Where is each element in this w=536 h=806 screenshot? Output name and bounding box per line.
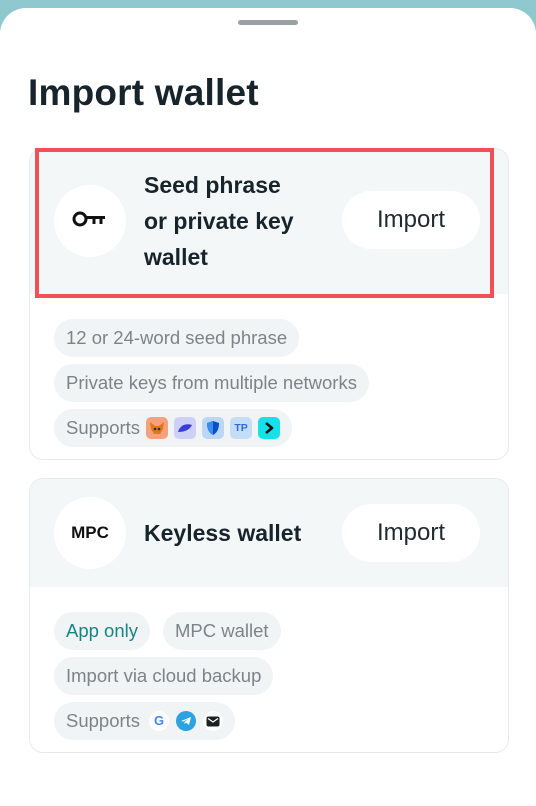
seed-phrase-card-header: Seed phrase or private key wallet Import [30, 149, 508, 294]
drag-handle[interactable] [238, 20, 298, 25]
mpc-icon: MPC [71, 523, 109, 542]
mpc-icon-circle: MPC [54, 497, 126, 569]
keyless-wallet-card: MPC Keyless wallet Import App only MPC w… [29, 478, 509, 753]
email-icon [203, 711, 224, 731]
title-line-2: or private key [144, 208, 294, 234]
bottom-sheet: Import wallet Seed phrase or private key… [0, 8, 536, 806]
supports-chip: Supports TP [54, 409, 293, 447]
title-line-3: wallet [144, 244, 208, 270]
page-title: Import wallet [28, 72, 259, 113]
google-icon: G [149, 711, 170, 731]
feature-chip: Import via cloud backup [54, 657, 274, 695]
okx-icon [174, 417, 197, 439]
supports-label: Supports [66, 417, 141, 438]
keyless-title: Keyless wallet [144, 520, 302, 546]
metamask-icon [146, 417, 169, 439]
key-icon [72, 209, 108, 234]
app-only-chip: App only [54, 612, 150, 650]
tokenpocket-icon: TP [230, 417, 253, 439]
title-line-1: Seed phrase [144, 172, 281, 198]
mpc-wallet-chip: MPC wallet [163, 612, 281, 650]
kraken-icon [258, 417, 281, 439]
seed-phrase-import-button[interactable]: Import [342, 191, 480, 249]
feature-chip: 12 or 24-word seed phrase [54, 319, 300, 357]
telegram-icon [176, 711, 197, 731]
trust-wallet-icon [202, 417, 225, 439]
feature-chip: Private keys from multiple networks [54, 364, 369, 402]
seed-phrase-card: Seed phrase or private key wallet Import… [29, 148, 509, 460]
key-icon-circle [54, 185, 126, 257]
keyless-import-button[interactable]: Import [342, 504, 480, 562]
supports-label: Supports [66, 710, 141, 731]
supports-chip: Supports G [54, 702, 236, 740]
keyless-card-header: MPC Keyless wallet Import [30, 479, 508, 587]
seed-phrase-title: Seed phrase or private key wallet [144, 167, 294, 275]
